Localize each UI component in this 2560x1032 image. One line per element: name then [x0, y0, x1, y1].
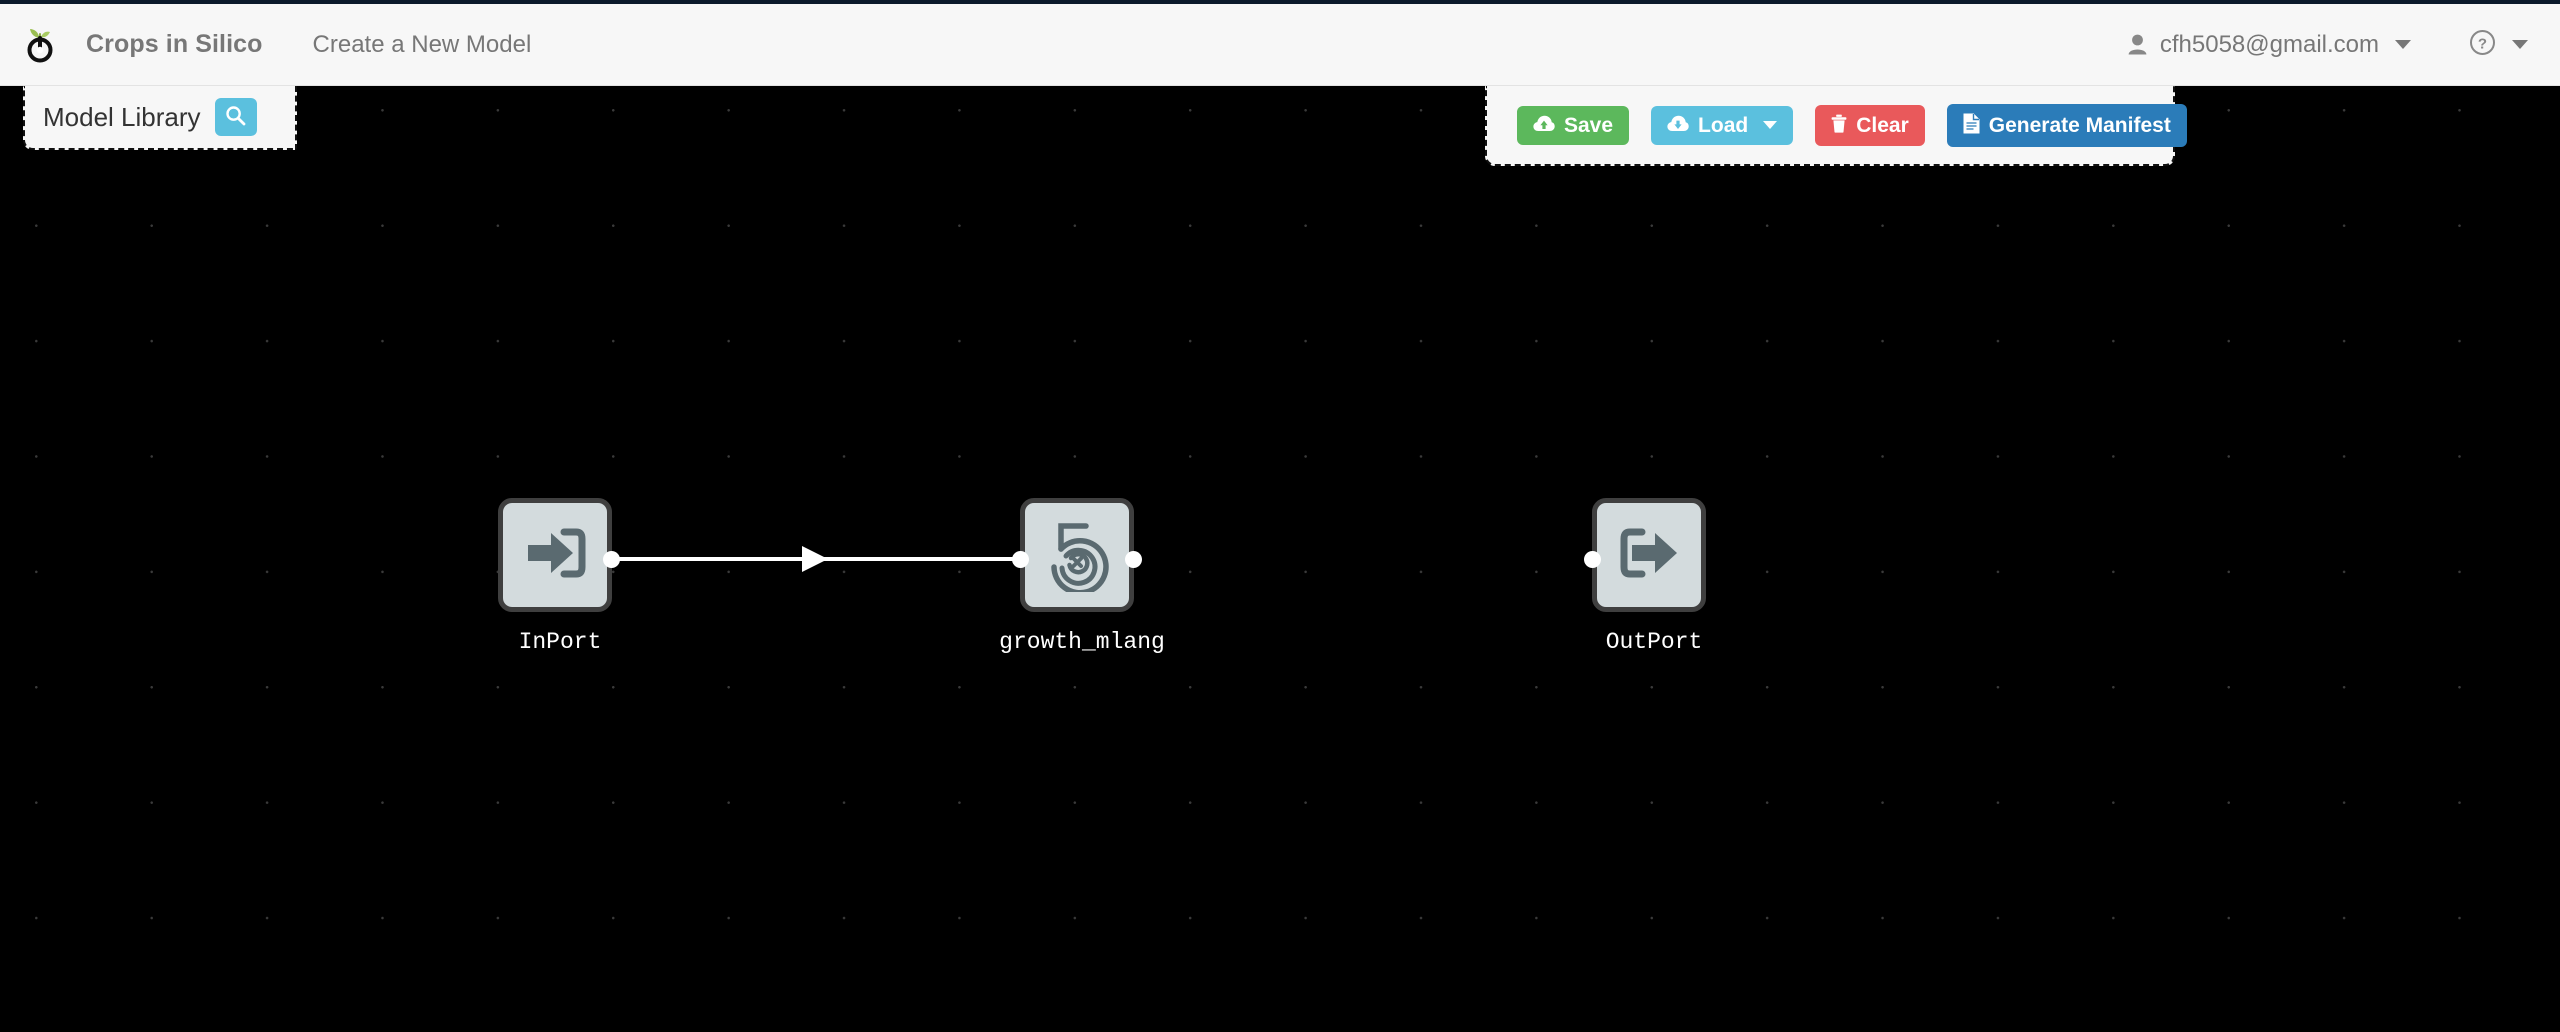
model-library-panel[interactable]: Model Library — [23, 86, 297, 150]
node-outport[interactable]: OutPort — [1584, 498, 1706, 655]
generate-manifest-button[interactable]: Generate Manifest — [1946, 103, 2187, 147]
port-out-growth-mlang[interactable] — [1125, 551, 1142, 568]
node-growth-mlang[interactable]: growth_mlang — [999, 498, 1165, 655]
port-in-growth-mlang[interactable] — [1012, 551, 1029, 568]
cloud-download-icon — [1667, 115, 1689, 136]
user-icon — [2128, 34, 2147, 55]
node-label-inport: InPort — [518, 629, 602, 655]
svg-text:?: ? — [2478, 35, 2487, 52]
help-menu[interactable]: ? — [2465, 23, 2532, 67]
chevron-down-icon — [2512, 40, 2528, 49]
arrow-head-right-icon — [802, 546, 828, 572]
port-in-outport[interactable] — [1584, 551, 1601, 568]
account-menu[interactable]: cfh5058@gmail.com — [2120, 25, 2419, 65]
account-email: cfh5058@gmail.com — [2159, 30, 2379, 58]
generate-manifest-button-label: Generate Manifest — [1988, 113, 2171, 137]
sign-in-arrow-icon — [518, 516, 592, 595]
sign-out-arrow-icon — [1612, 516, 1686, 595]
app-header: Crops in Silico Create a New Model cfh50… — [0, 4, 2560, 86]
node-inport[interactable]: InPort — [498, 498, 620, 655]
model-library-title: Model Library — [43, 101, 201, 132]
cloud-upload-icon — [1533, 115, 1555, 136]
chevron-down-icon — [1763, 121, 1778, 129]
load-button[interactable]: Load — [1651, 105, 1794, 145]
header-right-group: cfh5058@gmail.com ? — [2120, 23, 2532, 67]
model-canvas[interactable]: InPort growth_mlang OutPort — [0, 86, 2560, 1032]
model-library-search-button[interactable] — [214, 98, 257, 136]
brand-name[interactable]: Crops in Silico — [86, 30, 263, 59]
question-circle-icon: ? — [2469, 29, 2496, 61]
clear-button-label: Clear — [1856, 113, 1909, 137]
canvas-toolbar-panel: Save Load Clear Generate Manifest — [1485, 86, 2187, 166]
link-layer — [612, 546, 1020, 572]
header-left-group: Crops in Silico Create a New Model — [0, 23, 531, 67]
clear-button[interactable]: Clear — [1815, 104, 1925, 146]
document-icon — [1963, 113, 1980, 138]
link-inport-to-growth-mlang[interactable] — [612, 546, 1020, 572]
load-button-label: Load — [1698, 113, 1749, 137]
search-icon — [225, 105, 246, 129]
save-button-label: Save — [1564, 113, 1614, 137]
nav-create-new-model[interactable]: Create a New Model — [313, 31, 532, 59]
port-out-inport[interactable] — [603, 551, 620, 568]
node-label-growth-mlang: growth_mlang — [999, 629, 1165, 655]
save-button[interactable]: Save — [1517, 105, 1630, 145]
sprout-power-logo-icon[interactable] — [18, 23, 62, 67]
chevron-down-icon — [2395, 40, 2411, 49]
trash-icon — [1831, 114, 1847, 137]
node-label-outport: OutPort — [1605, 629, 1703, 655]
five-spiral-x-icon — [1038, 514, 1116, 597]
